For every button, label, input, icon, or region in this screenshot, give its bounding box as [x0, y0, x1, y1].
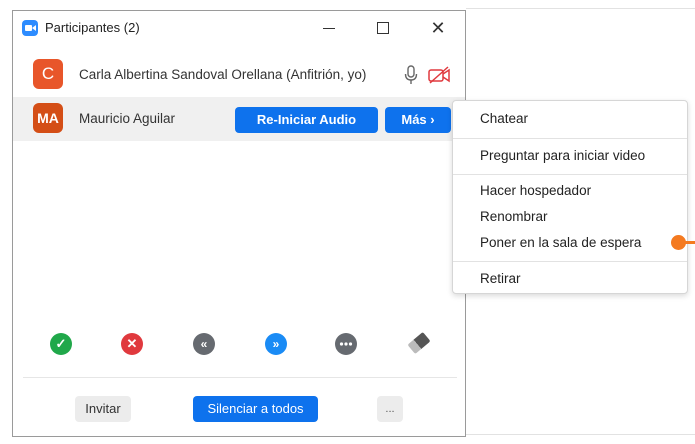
minimize-button[interactable] [316, 15, 342, 41]
ellipsis-icon [339, 342, 353, 346]
reactions-bar: ✓ ✕ « » [13, 331, 465, 361]
microphone-icon[interactable] [404, 65, 418, 85]
menu-item-chatear[interactable]: Chatear [480, 111, 528, 126]
menu-item-rename[interactable]: Renombrar [480, 209, 548, 224]
callout-pointer-dot [671, 235, 686, 250]
divider [23, 377, 457, 378]
more-button[interactable]: Más › [385, 107, 451, 133]
menu-item-make-host[interactable]: Hacer hospedador [480, 183, 591, 198]
window-title: Participantes (2) [45, 20, 140, 35]
more-icon[interactable] [335, 333, 357, 355]
restart-audio-button[interactable]: Re-Iniciar Audio [235, 107, 378, 133]
background-divider [466, 434, 695, 435]
menu-separator [453, 138, 687, 139]
title-bar: Participantes (2) ✕ [13, 11, 465, 45]
menu-item-ask-start-video[interactable]: Preguntar para iniciar video [480, 148, 645, 163]
close-button[interactable]: ✕ [425, 15, 451, 41]
zoom-camera-icon [22, 20, 38, 36]
participants-window: Participantes (2) ✕ C Carla Albertina Sa… [12, 10, 466, 437]
menu-item-waiting-room[interactable]: Poner en la sala de espera [480, 235, 641, 250]
check-icon[interactable]: ✓ [50, 333, 72, 355]
go-slower-icon[interactable]: « [193, 333, 215, 355]
participant-row[interactable]: MA Mauricio Aguilar Re-Iniciar Audio Más… [13, 97, 465, 141]
more-options-button[interactable]: ... [377, 396, 403, 422]
maximize-button[interactable] [369, 15, 395, 41]
participant-context-menu: Chatear Preguntar para iniciar video Hac… [452, 100, 688, 294]
background-divider [466, 8, 695, 9]
video-off-icon[interactable] [427, 66, 451, 84]
x-icon[interactable]: ✕ [121, 333, 143, 355]
participant-name: Carla Albertina Sandoval Orellana (Anfit… [79, 67, 367, 82]
participant-name: Mauricio Aguilar [79, 111, 176, 126]
go-faster-icon[interactable]: » [265, 333, 287, 355]
mute-all-button[interactable]: Silenciar a todos [193, 396, 318, 422]
participant-row[interactable]: C Carla Albertina Sandoval Orellana (Anf… [13, 53, 465, 97]
avatar: MA [33, 103, 63, 133]
avatar: C [33, 59, 63, 89]
menu-separator [453, 261, 687, 262]
menu-separator [453, 174, 687, 175]
invite-button[interactable]: Invitar [75, 396, 131, 422]
menu-item-remove[interactable]: Retirar [480, 271, 521, 286]
clear-all-icon[interactable] [407, 331, 431, 355]
